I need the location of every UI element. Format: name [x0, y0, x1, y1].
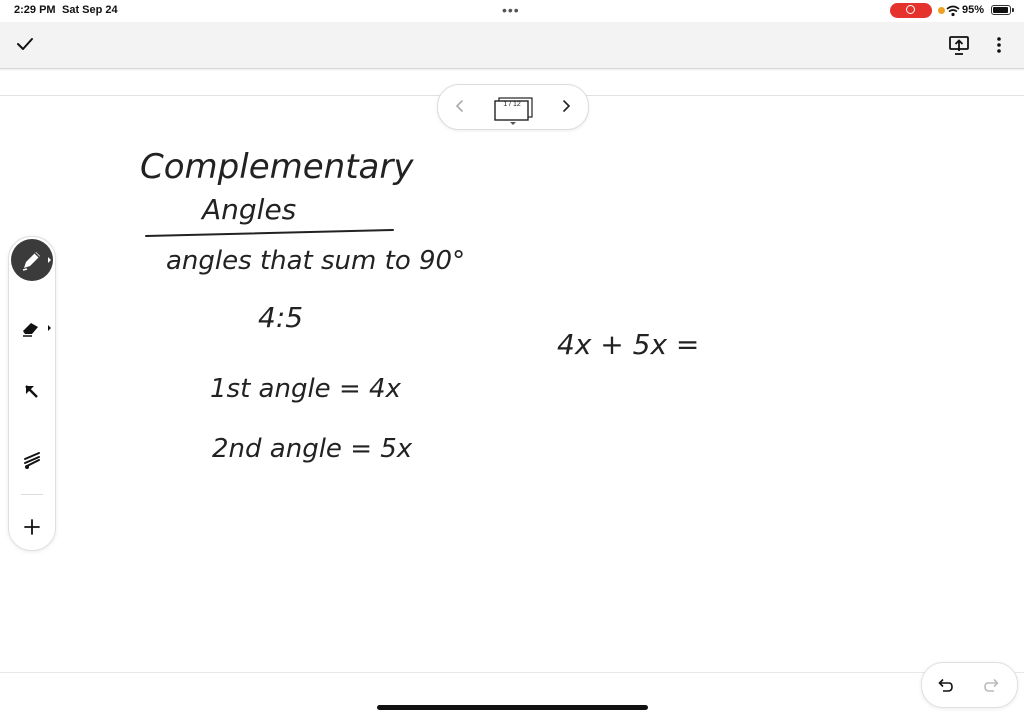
- ink-second-angle: 2nd angle = 5x: [212, 434, 413, 464]
- ink-underline: [145, 229, 394, 237]
- page-bottom-rule: [0, 672, 1024, 673]
- whiteboard-canvas[interactable]: Complementary Angles angles that sum to …: [0, 0, 1024, 716]
- ink-ratio: 4:5: [258, 301, 303, 334]
- ink-title-line1: Complementary: [140, 147, 414, 187]
- ink-first-angle: 1st angle = 4x: [210, 374, 402, 404]
- undo-redo-controls: [921, 662, 1018, 708]
- ink-definition: angles that sum to 90°: [166, 246, 465, 276]
- undo-icon[interactable]: [935, 675, 955, 695]
- ink-title-line2: Angles: [200, 193, 296, 226]
- home-indicator[interactable]: [377, 705, 648, 710]
- ink-equation: 4x + 5x =: [557, 328, 699, 361]
- redo-icon[interactable]: [982, 675, 1002, 695]
